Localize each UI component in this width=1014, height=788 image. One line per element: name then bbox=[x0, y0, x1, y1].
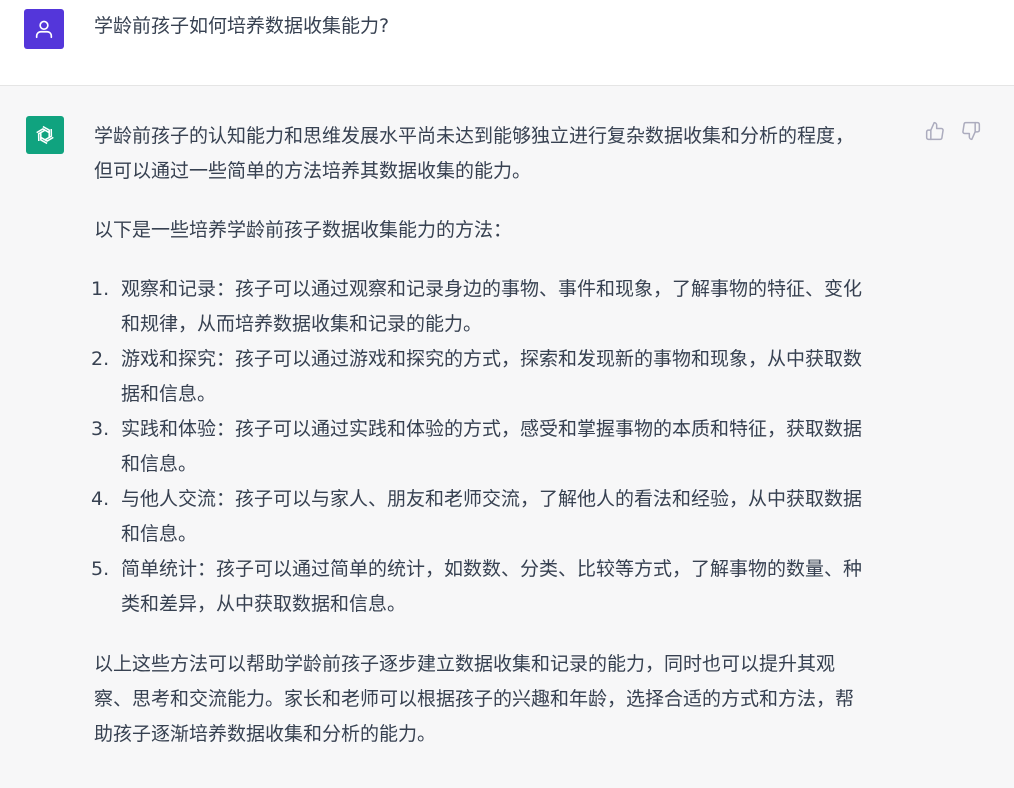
intro-line-1: 学龄前孩子的认知能力和思维发展水平尚未达到能够独立进行复杂数据收集和分析的程度， bbox=[94, 125, 855, 147]
thumbs-down-button[interactable] bbox=[960, 120, 982, 142]
thumbs-up-icon bbox=[925, 121, 944, 141]
openai-logo-icon bbox=[36, 125, 54, 145]
user-message-row: 学龄前孩子如何培养数据收集能力? bbox=[0, 0, 1014, 86]
intro-line-2: 但可以通过一些简单的方法培养其数据收集的能力。 bbox=[94, 160, 532, 182]
conclusion-line-2: 察、思考和交流能力。家长和老师可以根据孩子的兴趣和年龄，选择合适的方式和方法，帮 bbox=[94, 688, 855, 710]
list-item: 3. 实践和体验：孩子可以通过实践和体验的方式，感受和掌握事物的本质和特征，获取… bbox=[91, 412, 904, 482]
methods-list: 1. 观察和记录：孩子可以通过观察和记录身边的事物、事件和现象，了解事物的特征、… bbox=[91, 272, 904, 622]
list-item-number: 3. bbox=[91, 418, 110, 440]
list-item-line-1: 简单统计：孩子可以通过简单的统计，如数数、分类、比较等方式，了解事物的数量、种 bbox=[121, 558, 863, 580]
list-item: 5. 简单统计：孩子可以通过简单的统计，如数数、分类、比较等方式，了解事物的数量… bbox=[91, 552, 904, 622]
lead-paragraph: 以下是一些培养学龄前孩子数据收集能力的方法： bbox=[94, 219, 513, 241]
list-item-number: 4. bbox=[91, 488, 110, 510]
assistant-avatar bbox=[26, 116, 64, 154]
thumbs-down-icon bbox=[962, 121, 981, 141]
person-icon bbox=[35, 20, 53, 39]
assistant-message-row: 学龄前孩子的认知能力和思维发展水平尚未达到能够独立进行复杂数据收集和分析的程度，… bbox=[0, 86, 1014, 788]
list-item-line-2: 和规律，从而培养数据收集和记录的能力。 bbox=[121, 313, 483, 335]
intro-paragraph: 学龄前孩子的认知能力和思维发展水平尚未达到能够独立进行复杂数据收集和分析的程度，… bbox=[94, 119, 904, 189]
thumbs-up-button[interactable] bbox=[924, 120, 946, 142]
user-question: 学龄前孩子如何培养数据收集能力? bbox=[94, 15, 390, 37]
user-avatar bbox=[24, 9, 64, 49]
list-item-line-2: 和信息。 bbox=[121, 453, 198, 475]
list-item-line-2: 据和信息。 bbox=[121, 383, 217, 405]
list-item-line-1: 观察和记录：孩子可以通过观察和记录身边的事物、事件和现象，了解事物的特征、变化 bbox=[121, 278, 863, 300]
feedback-actions bbox=[924, 120, 982, 142]
list-item-line-2: 类和差异，从中获取数据和信息。 bbox=[121, 593, 407, 615]
conclusion-paragraph: 以上这些方法可以帮助学龄前孩子逐步建立数据收集和记录的能力，同时也可以提升其观 … bbox=[94, 647, 904, 752]
list-item-number: 2. bbox=[91, 348, 110, 370]
list-item-line-1: 实践和体验：孩子可以通过实践和体验的方式，感受和掌握事物的本质和特征，获取数据 bbox=[121, 418, 863, 440]
assistant-response: 学龄前孩子的认知能力和思维发展水平尚未达到能够独立进行复杂数据收集和分析的程度，… bbox=[91, 119, 904, 752]
conclusion-line-1: 以上这些方法可以帮助学龄前孩子逐步建立数据收集和记录的能力，同时也可以提升其观 bbox=[94, 653, 836, 675]
list-item: 2. 游戏和探究：孩子可以通过游戏和探究的方式，探索和发现新的事物和现象，从中获… bbox=[91, 342, 904, 412]
list-item: 1. 观察和记录：孩子可以通过观察和记录身边的事物、事件和现象，了解事物的特征、… bbox=[91, 272, 904, 342]
list-item-number: 5. bbox=[91, 558, 110, 580]
list-item-line-1: 与他人交流：孩子可以与家人、朋友和老师交流，了解他人的看法和经验，从中获取数据 bbox=[121, 488, 863, 510]
list-item-number: 1. bbox=[91, 278, 110, 300]
list-item-line-2: 和信息。 bbox=[121, 523, 198, 545]
list-item-line-1: 游戏和探究：孩子可以通过游戏和探究的方式，探索和发现新的事物和现象，从中获取数 bbox=[121, 348, 863, 370]
list-item: 4. 与他人交流：孩子可以与家人、朋友和老师交流，了解他人的看法和经验，从中获取… bbox=[91, 482, 904, 552]
conclusion-line-3: 助孩子逐渐培养数据收集和分析的能力。 bbox=[94, 723, 437, 745]
